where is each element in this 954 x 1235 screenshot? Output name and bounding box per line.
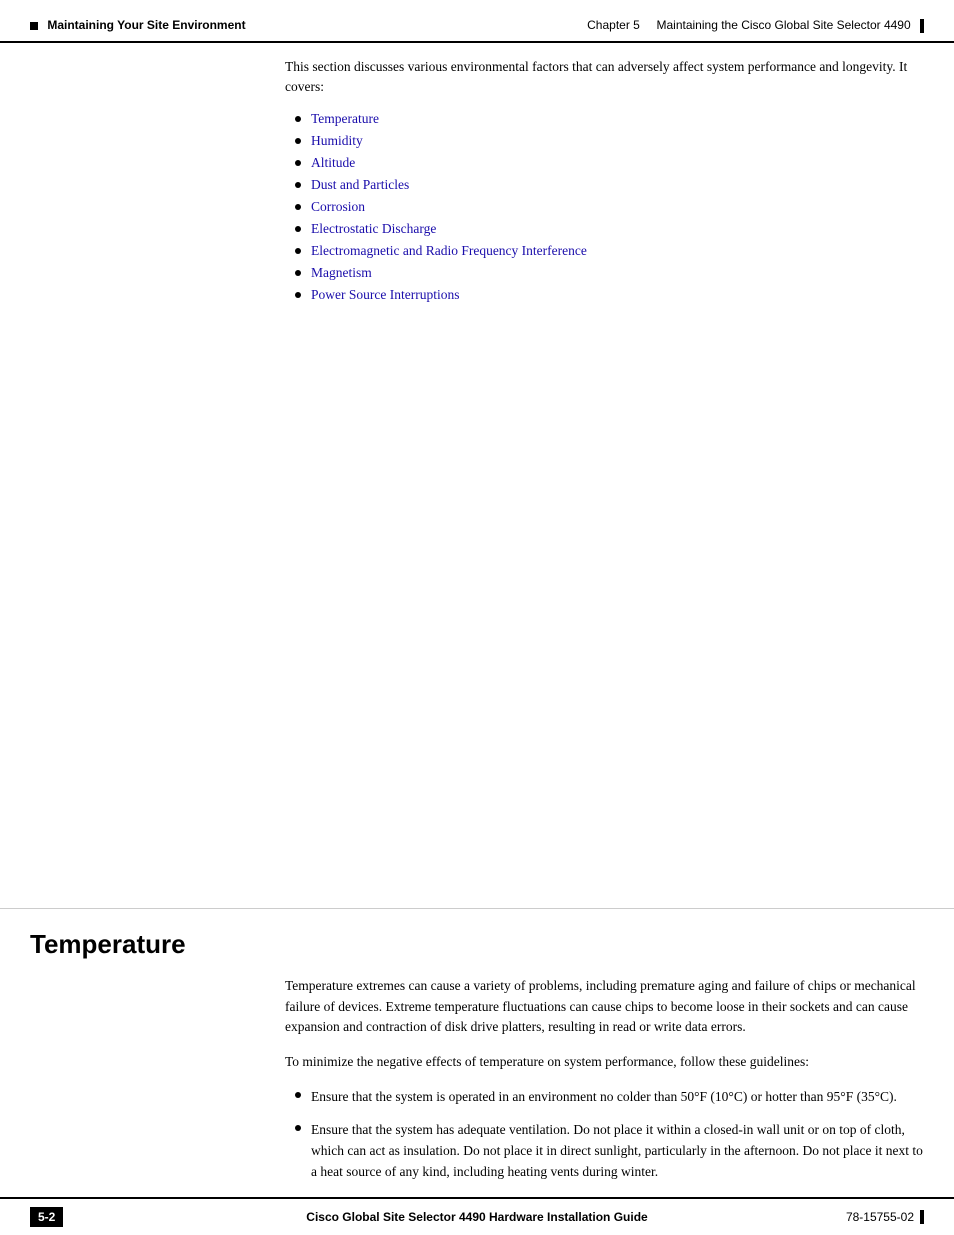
list-item: Electrostatic Discharge [295, 221, 924, 237]
bullet-icon [295, 292, 301, 298]
list-item: Dust and Particles [295, 177, 924, 193]
header-bullet-icon [30, 22, 38, 30]
humidity-link[interactable]: Humidity [311, 133, 363, 149]
page-footer: 5-2 Cisco Global Site Selector 4490 Hard… [0, 1197, 954, 1235]
footer-divider-icon [920, 1210, 924, 1224]
electrostatic-link[interactable]: Electrostatic Discharge [311, 221, 436, 237]
electromagnetic-link[interactable]: Electromagnetic and Radio Frequency Inte… [311, 243, 587, 259]
corrosion-link[interactable]: Corrosion [311, 199, 365, 215]
bullet-icon [295, 226, 301, 232]
topic-list: Temperature Humidity Altitude Dust and P… [285, 111, 924, 303]
page-number: 5-2 [30, 1207, 63, 1227]
main-content: This section discusses various environme… [0, 47, 954, 878]
footer-left: 5-2 [30, 1207, 73, 1227]
bullet-icon [295, 248, 301, 254]
bullet-icon [295, 1125, 301, 1131]
list-item: Electromagnetic and Radio Frequency Inte… [295, 243, 924, 259]
guideline-item-2: Ensure that the system has adequate vent… [295, 1120, 924, 1183]
page-header: Maintaining Your Site Environment Chapte… [0, 0, 954, 43]
dust-particles-link[interactable]: Dust and Particles [311, 177, 409, 193]
temperature-guidelines-list: Ensure that the system is operated in an… [285, 1087, 924, 1183]
temperature-section-heading: Temperature [0, 908, 954, 960]
list-item: Altitude [295, 155, 924, 171]
temperature-section-content: Temperature extremes can cause a variety… [0, 976, 954, 1197]
list-item: Corrosion [295, 199, 924, 215]
header-chapter-title: Maintaining the Cisco Global Site Select… [657, 18, 911, 32]
list-item: Humidity [295, 133, 924, 149]
bullet-icon [295, 270, 301, 276]
header-chapter-info: Chapter 5 Maintaining the Cisco Global S… [587, 18, 924, 33]
guideline-item-1: Ensure that the system is operated in an… [295, 1087, 924, 1108]
list-item: Magnetism [295, 265, 924, 281]
bullet-icon [295, 160, 301, 166]
footer-guide-title: Cisco Global Site Selector 4490 Hardware… [306, 1210, 647, 1224]
temperature-paragraph1: Temperature extremes can cause a variety… [285, 976, 924, 1039]
header-divider-icon [920, 19, 924, 33]
list-item: Temperature [295, 111, 924, 127]
header-chapter: Chapter 5 [587, 18, 640, 32]
power-source-link[interactable]: Power Source Interruptions [311, 287, 459, 303]
bullet-icon [295, 182, 301, 188]
temperature-link[interactable]: Temperature [311, 111, 379, 127]
temperature-paragraph2: To minimize the negative effects of temp… [285, 1052, 924, 1073]
page: Maintaining Your Site Environment Chapte… [0, 0, 954, 1235]
bullet-icon [295, 138, 301, 144]
footer-doc-number: 78-15755-02 [846, 1210, 924, 1224]
intro-paragraph: This section discusses various environme… [285, 57, 924, 98]
bullet-icon [295, 204, 301, 210]
altitude-link[interactable]: Altitude [311, 155, 355, 171]
magnetism-link[interactable]: Magnetism [311, 265, 372, 281]
header-section-label: Maintaining Your Site Environment [30, 18, 246, 32]
bullet-icon [295, 116, 301, 122]
list-item: Power Source Interruptions [295, 287, 924, 303]
bullet-icon [295, 1092, 301, 1098]
